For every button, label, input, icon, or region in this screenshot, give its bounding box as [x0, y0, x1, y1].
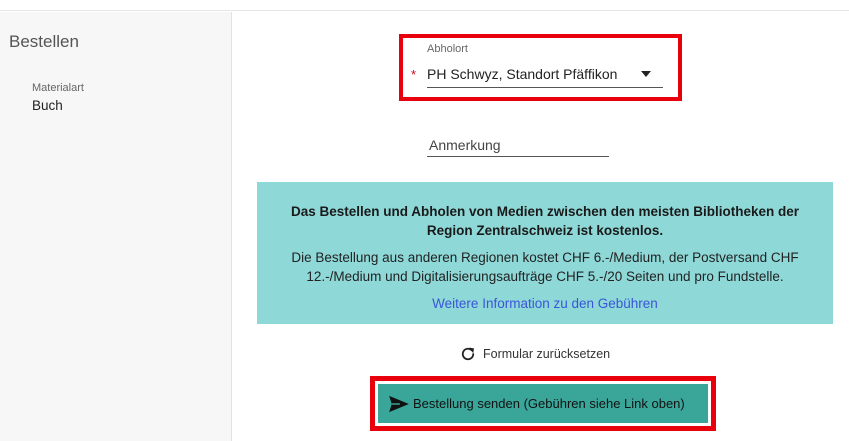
remark-field[interactable]: Anmerkung	[427, 133, 609, 157]
pickup-location-select[interactable]: PH Schwyz, Standort Pfäffikon	[427, 62, 663, 88]
order-form: Abholort * PH Schwyz, Standort Pfäffikon…	[233, 12, 849, 441]
fee-info-box: Das Bestellen und Abholen von Medien zwi…	[257, 182, 833, 324]
fee-info-text: Die Bestellung aus anderen Regionen kost…	[291, 250, 799, 284]
fee-info-headline: Das Bestellen und Abholen von Medien zwi…	[290, 204, 800, 238]
sidebar-title: Bestellen	[9, 32, 79, 51]
reset-form-button[interactable]: Formular zurücksetzen	[459, 344, 610, 364]
submit-order-label: Bestellung senden (Gebühren siehe Link o…	[413, 396, 685, 411]
material-type-label: Materialart	[32, 82, 84, 94]
pickup-location-value: PH Schwyz, Standort Pfäffikon	[427, 66, 618, 82]
caret-down-icon	[641, 71, 651, 77]
material-type-value: Buch	[32, 98, 63, 113]
fee-info-link[interactable]: Weitere Information zu den Gebühren	[432, 296, 658, 311]
remark-label: Anmerkung	[429, 137, 501, 153]
send-icon	[389, 395, 409, 412]
top-bar	[0, 0, 849, 11]
submit-order-button[interactable]: Bestellung senden (Gebühren siehe Link o…	[378, 384, 708, 423]
required-marker: *	[411, 67, 417, 82]
refresh-icon	[461, 347, 475, 361]
sidebar: Bestellen Materialart Buch	[0, 12, 232, 441]
pickup-label: Abholort	[427, 43, 468, 55]
reset-form-label: Formular zurücksetzen	[483, 347, 611, 361]
